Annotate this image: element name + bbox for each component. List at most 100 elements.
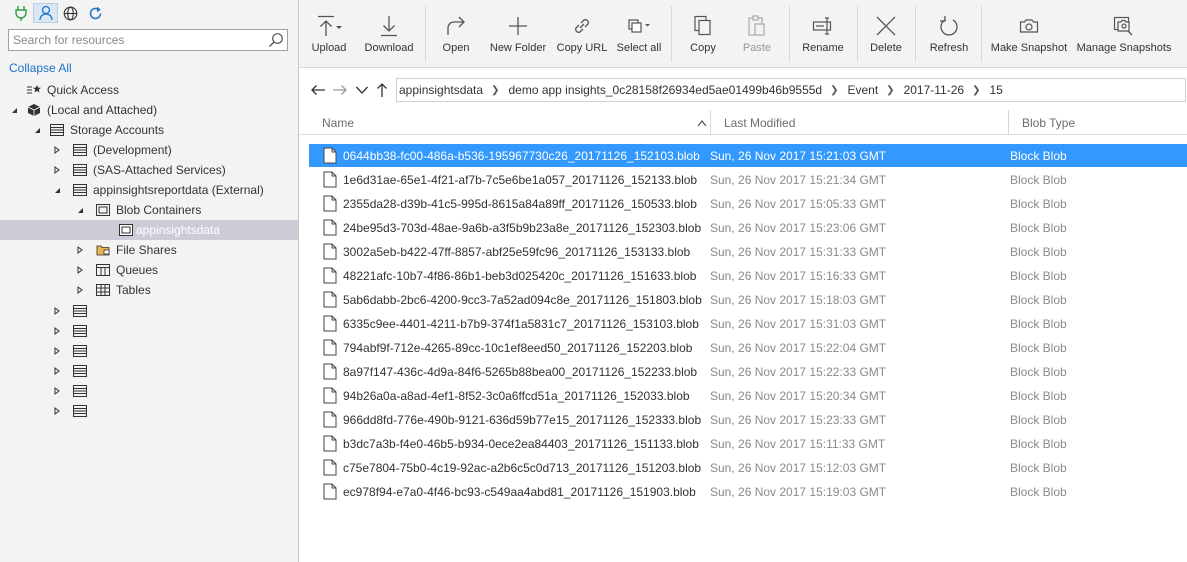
new-folder-button[interactable]: New Folder [487,0,549,68]
tree-item-local-attached[interactable]: (Local and Attached) [0,100,298,120]
explorer-pane: Collapse All Quick Access (Local and Att… [0,0,298,562]
download-button[interactable]: Download [361,0,417,68]
tree-item-development[interactable]: (Development) [0,140,298,160]
table-row[interactable]: 8a97f147-436c-4d9a-84f6-5265b88bea00_201… [309,360,1187,383]
table-row[interactable]: c75e7804-75b0-4c19-92ac-a2b6c5c0d713_201… [309,456,1187,479]
collapsed-arrow-icon[interactable] [51,361,63,381]
collapsed-arrow-icon[interactable] [51,140,63,160]
table-row[interactable]: 24be95d3-703d-48ae-9a6b-a3f5b9b23a8e_201… [309,216,1187,239]
back-arrow-icon[interactable] [309,80,327,100]
tree-item-account[interactable] [0,381,298,401]
upload-button[interactable]: Upload [307,0,351,68]
expanded-arrow-icon[interactable] [31,120,43,140]
refresh-button[interactable]: Refresh [925,0,973,68]
expanded-arrow-icon[interactable] [74,200,86,220]
tree-item-sas-attached[interactable]: (SAS-Attached Services) [0,160,298,180]
column-header-last-modified[interactable]: Last Modified [724,110,795,135]
storage-account-icon [72,321,88,341]
toolbar-separator [671,6,672,62]
manage-snapshots-button[interactable]: Manage Snapshots [1077,0,1171,68]
table-row[interactable]: 3002a5eb-b422-47ff-8857-abf25e59fc96_201… [309,240,1187,263]
account-icon[interactable] [33,3,58,23]
tree-item-appinsights-account[interactable]: appinsightsreportdata (External) [0,180,298,200]
column-header-blob-type[interactable]: Blob Type [1022,110,1075,135]
file-icon [323,267,337,284]
tree-label: (Development) [93,143,172,157]
copy-url-button[interactable]: Copy URL [557,0,607,68]
column-divider[interactable] [1008,110,1009,135]
copy-button[interactable]: Copy [681,0,725,68]
up-arrow-icon[interactable] [373,80,391,100]
tree-item-account[interactable] [0,361,298,381]
collapsed-arrow-icon[interactable] [51,321,63,341]
tree-item-storage-accounts[interactable]: Storage Accounts [0,120,298,140]
collapsed-arrow-icon[interactable] [51,341,63,361]
tree-label: appinsightsdata [136,223,221,237]
make-snapshot-button[interactable]: Make Snapshot [991,0,1067,68]
tree-item-account[interactable] [0,301,298,321]
expanded-arrow-icon[interactable] [51,180,63,200]
tree-item-account[interactable] [0,401,298,421]
column-divider[interactable] [710,110,711,135]
file-icon [323,291,337,308]
table-row[interactable]: 48221afc-10b7-4f86-86b1-beb3d025420c_201… [309,264,1187,287]
breadcrumb: appinsightsdata ❯ demo app insights_0c28… [396,78,1186,102]
globe-icon[interactable] [58,3,83,23]
file-icon [323,483,337,500]
file-icon [323,315,337,332]
table-row[interactable]: ec978f94-e7a0-4f46-bc93-c549aa4abd81_201… [309,480,1187,503]
search-icon[interactable] [265,30,287,50]
expanded-arrow-icon[interactable] [8,100,20,120]
table-row[interactable]: 6335c9ee-4401-4211-b7b9-374f1a5831c7_201… [309,312,1187,335]
breadcrumb-separator-icon: ❯ [972,84,981,96]
tree-item-appinsightsdata[interactable]: appinsightsdata [0,220,298,240]
tree-item-account[interactable] [0,321,298,341]
breadcrumb-item[interactable]: 15 [989,83,1002,97]
tree-label: Tables [116,283,151,297]
collapsed-arrow-icon[interactable] [51,401,63,421]
tree-item-blob-containers[interactable]: Blob Containers [0,200,298,220]
sort-ascending-icon[interactable] [697,116,707,130]
open-button[interactable]: Open [435,0,477,68]
history-dropdown-icon[interactable] [353,80,371,100]
collapsed-arrow-icon[interactable] [51,160,63,180]
rename-icon [812,13,834,39]
table-row[interactable]: 966dd8fd-776e-490b-9121-636d59b77e15_201… [309,408,1187,431]
table-row[interactable]: 94b26a0a-a8ad-4ef1-8f52-3c0a6ffcd51a_201… [309,384,1187,407]
tree-item-tables[interactable]: Tables [0,280,298,300]
table-row[interactable]: 5ab6dabb-2bc6-4200-9cc3-7a52ad094c8e_201… [309,288,1187,311]
collapsed-arrow-icon[interactable] [51,301,63,321]
refresh-all-icon[interactable] [83,3,108,23]
collapsed-arrow-icon[interactable] [74,260,86,280]
copy-icon [693,13,713,39]
cube-icon [26,100,42,120]
table-row[interactable]: 2355da28-d39b-41c5-995d-8615a84a89ff_201… [309,192,1187,215]
paste-button[interactable]: Paste [735,0,779,68]
collapse-all-link[interactable]: Collapse All [9,61,72,75]
collapsed-arrow-icon[interactable] [74,240,86,260]
breadcrumb-item[interactable]: Event [847,83,878,97]
table-row[interactable]: 1e6d31ae-65e1-4f21-af7b-7c5e6be1a057_201… [309,168,1187,191]
tree-item-file-shares[interactable]: File Shares [0,240,298,260]
connect-icon[interactable] [8,3,33,23]
rename-button[interactable]: Rename [799,0,847,68]
forward-arrow-icon[interactable] [331,80,349,100]
toolbar-separator [789,6,790,62]
delete-button[interactable]: Delete [865,0,907,68]
column-header-name[interactable]: Name [322,110,354,135]
tree-item-quick-access[interactable]: Quick Access [0,80,298,100]
search-input[interactable] [9,30,265,50]
collapsed-arrow-icon[interactable] [74,280,86,300]
collapsed-arrow-icon[interactable] [51,381,63,401]
tree-item-queues[interactable]: Queues [0,260,298,280]
breadcrumb-item[interactable]: 2017-11-26 [904,83,965,97]
breadcrumb-item[interactable]: demo app insights_0c28158f26934ed5ae0149… [508,83,822,97]
table-row[interactable]: 794abf9f-712e-4265-89cc-10c1ef8eed50_201… [309,336,1187,359]
select-all-button[interactable]: Select all [615,0,663,68]
toolbar-separator [981,6,982,62]
table-row[interactable]: 0644bb38-fc00-486a-b536-195967730c26_201… [309,144,1187,167]
link-icon [571,13,593,39]
tree-item-account[interactable] [0,341,298,361]
table-row[interactable]: b3dc7a3b-f4e0-46b5-b934-0ece2ea84403_201… [309,432,1187,455]
breadcrumb-item[interactable]: appinsightsdata [399,83,483,97]
